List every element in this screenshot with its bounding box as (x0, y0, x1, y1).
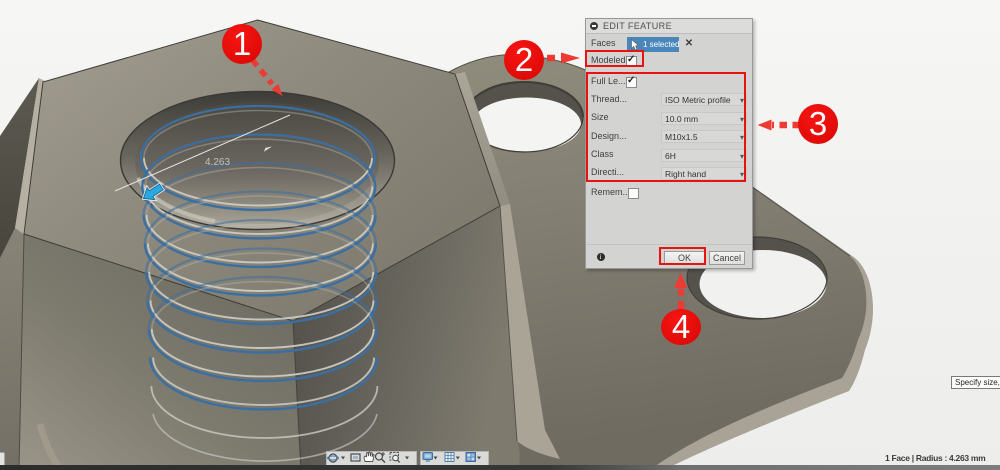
svg-text:4.263: 4.263 (205, 157, 230, 168)
